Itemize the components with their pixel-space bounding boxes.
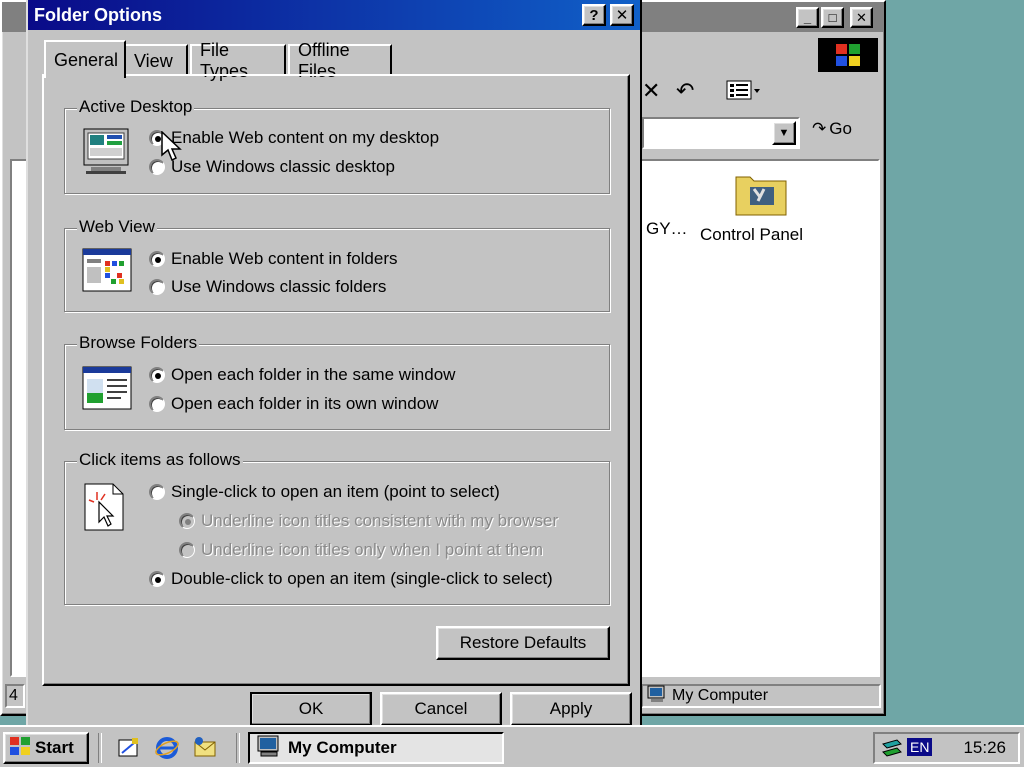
- underline-point-option[interactable]: Underline icon titles only when I point …: [179, 540, 543, 560]
- taskbar: Start My Computer EN 15:26: [0, 725, 1024, 767]
- active-desktop-icon: [81, 127, 133, 174]
- click-items-group: Click items as follows Single-click to o…: [64, 450, 610, 605]
- double-click-option[interactable]: Double-click to open an item (single-cli…: [149, 569, 553, 589]
- radio-button[interactable]: [149, 279, 165, 295]
- cancel-button[interactable]: Cancel: [380, 692, 502, 726]
- general-tab-panel: Active Desktop Enable Web content on my …: [42, 74, 630, 686]
- control-panel-label[interactable]: Control Panel: [700, 225, 803, 245]
- click-items-icon: [81, 482, 133, 531]
- undo-icon[interactable]: ↶: [676, 78, 694, 104]
- go-arrow-icon: ↷: [812, 119, 827, 138]
- windows-flag-icon: [9, 736, 31, 761]
- outlook-express-icon[interactable]: [192, 735, 218, 761]
- same-window-option[interactable]: Open each folder in the same window: [149, 365, 455, 385]
- mouse-pointer-icon: [161, 130, 183, 168]
- system-tray: EN 15:26: [873, 732, 1020, 764]
- delete-icon[interactable]: ✕: [642, 78, 660, 104]
- close-button[interactable]: ✕: [610, 4, 634, 26]
- active-desktop-group: Active Desktop Enable Web content on my …: [64, 97, 610, 194]
- radio-button[interactable]: [149, 367, 165, 383]
- status-zone: My Computer: [641, 684, 881, 708]
- tab-offline-files[interactable]: Offline Files: [288, 40, 392, 81]
- folder-options-dialog: Folder Options ? ✕ General View File Typ…: [26, 0, 642, 726]
- radio-button[interactable]: [149, 484, 165, 500]
- close-icon[interactable]: ✕: [850, 7, 873, 28]
- browse-folders-icon: [81, 365, 133, 411]
- classic-folders-option[interactable]: Use Windows classic folders: [149, 277, 386, 297]
- clock[interactable]: 15:26: [963, 738, 1006, 758]
- radio-button[interactable]: [179, 542, 195, 558]
- browse-folders-group: Browse Folders Open each folder in the s…: [64, 333, 610, 430]
- close-icon: ✕: [615, 7, 629, 24]
- list-item[interactable]: GY…: [646, 219, 688, 239]
- minimize-icon[interactable]: _: [796, 7, 819, 28]
- radio-button[interactable]: [149, 396, 165, 412]
- go-button[interactable]: ↷ Go: [812, 119, 852, 139]
- status-count: 4: [5, 684, 25, 708]
- apply-button[interactable]: Apply: [510, 692, 632, 726]
- web-view-icon: [81, 247, 133, 293]
- radio-button[interactable]: [149, 571, 165, 587]
- tab-file-types[interactable]: File Types: [190, 40, 286, 81]
- computer-icon: [256, 734, 282, 763]
- task-my-computer[interactable]: My Computer: [248, 732, 504, 764]
- language-indicator[interactable]: EN: [907, 738, 933, 756]
- taskbar-divider: [98, 733, 102, 763]
- web-view-group: Web View Enable Web content in folders U…: [64, 217, 610, 312]
- computer-icon: [647, 685, 667, 708]
- help-icon: ?: [589, 6, 599, 24]
- help-button[interactable]: ?: [582, 4, 606, 26]
- underline-browser-option[interactable]: Underline icon titles consistent with my…: [179, 511, 558, 531]
- enable-web-folders-option[interactable]: Enable Web content in folders: [149, 249, 398, 269]
- dialog-title-bar: Folder Options: [28, 0, 640, 30]
- address-input[interactable]: ▼: [642, 117, 800, 149]
- views-icon[interactable]: [726, 78, 762, 108]
- dialog-title: Folder Options: [34, 4, 162, 25]
- restore-defaults-button[interactable]: Restore Defaults: [436, 626, 610, 660]
- ok-button[interactable]: OK: [250, 692, 372, 726]
- taskbar-divider: [236, 733, 240, 763]
- show-desktop-icon[interactable]: [116, 735, 142, 761]
- tab-view[interactable]: View: [124, 44, 188, 76]
- enable-web-desktop-option[interactable]: Enable Web content on my desktop: [149, 128, 439, 148]
- maximize-icon[interactable]: □: [821, 7, 844, 28]
- radio-button[interactable]: [179, 513, 195, 529]
- internet-explorer-icon[interactable]: [154, 735, 180, 761]
- start-button[interactable]: Start: [3, 732, 89, 764]
- control-panel-folder-icon[interactable]: [720, 169, 810, 219]
- own-window-option[interactable]: Open each folder in its own window: [149, 394, 438, 414]
- network-icon[interactable]: [879, 736, 905, 765]
- single-click-option[interactable]: Single-click to open an item (point to s…: [149, 482, 500, 502]
- classic-desktop-option[interactable]: Use Windows classic desktop: [149, 157, 395, 177]
- chevron-down-icon[interactable]: ▼: [772, 121, 796, 145]
- radio-button[interactable]: [149, 251, 165, 267]
- windows-logo-icon: [818, 38, 878, 72]
- tab-general[interactable]: General: [44, 40, 126, 78]
